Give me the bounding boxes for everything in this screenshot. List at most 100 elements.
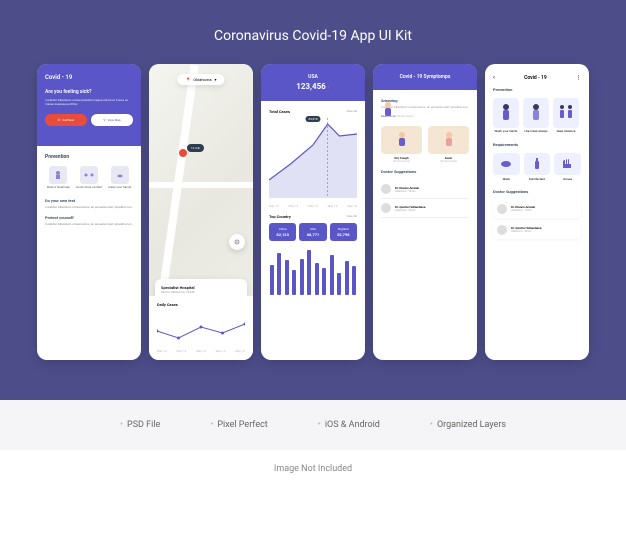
prevention-item[interactable]: Keep distance <box>553 98 579 134</box>
doctor-row[interactable]: Dr. Quiche Hollandaise Oklahoma • 20min <box>493 221 581 239</box>
call-now-label: Call Now <box>62 118 74 122</box>
features-row: PSD File Pixel Perfect iOS & Android Org… <box>0 400 626 450</box>
country-bar-chart <box>269 245 357 295</box>
tip-desc: Curabitur bibendum ornare lectus, an pos… <box>45 205 133 209</box>
tip-desc: Curabitur bibendum ornare lectus, an pos… <box>45 222 133 226</box>
s4-header: Covid - 19 Symptomps <box>373 64 477 90</box>
requirement-item[interactable]: Gloves <box>554 153 581 181</box>
tip-title: Protect yourself <box>45 215 133 220</box>
s1-header: Covid - 19 Are you feeling sick? Curabit… <box>37 64 141 146</box>
country-card[interactable]: China 82,123 <box>269 223 296 241</box>
prevention-label: Wear a facemask <box>45 186 72 190</box>
doctor-suggestions-title: Doctor Suggestions <box>493 189 581 194</box>
axis-label: May 12 <box>269 204 279 208</box>
map-pin-icon: 📍 <box>185 77 190 82</box>
stats-country: USA <box>269 74 357 80</box>
prevention-item[interactable]: Wear a facemask <box>45 166 72 190</box>
feature-item: Pixel Perfect <box>210 420 267 430</box>
country-card[interactable]: England 52,798 <box>330 223 357 241</box>
keep-distance-illustration <box>553 98 579 128</box>
view-all-link[interactable]: View All <box>346 214 357 219</box>
view-map-button[interactable]: ⚲ View Map <box>91 114 133 126</box>
s5-header: ‹ Covid - 19 ⋮ <box>485 64 589 87</box>
screen-symptoms: Covid - 19 Symptomps Sneezing Curabitur … <box>373 64 477 360</box>
locate-me-button[interactable] <box>229 234 245 250</box>
map-marker-icon[interactable] <box>179 149 187 157</box>
total-cases-header: Total Cases View All <box>269 109 357 114</box>
doctor-row[interactable]: Dr. Quiche Hollandaise Oklahoma • 20min <box>381 199 469 218</box>
axis-label: May 14 <box>308 204 318 208</box>
axis-label: May 12 <box>157 349 167 353</box>
prevention-label: Keep distance <box>553 130 579 134</box>
axis-label: May 16 <box>347 204 357 208</box>
back-button[interactable]: ‹ <box>493 74 495 81</box>
country-value: 52,798 <box>334 232 353 237</box>
s1-question: Are you feeling sick? <box>45 89 133 95</box>
map-road <box>149 182 253 188</box>
dry-cough-illustration <box>381 126 422 154</box>
top-country-section: Top Country View All China 82,123 USA 68… <box>269 214 357 295</box>
tip-title: Do your own test <box>45 198 133 203</box>
total-cases-title: Total Cases <box>269 109 290 114</box>
requirement-item[interactable]: Mask <box>493 153 520 181</box>
prevention-item[interactable]: Wash your hands <box>493 98 519 134</box>
screen-map: 📍 Oklahoma ▾ 12 min Specialist Hospital … <box>149 64 253 360</box>
doctor-row[interactable]: Dr. Dianne Ameter Oklahoma • 15min <box>493 200 581 218</box>
prevention-item[interactable]: Avoid close contact <box>76 166 103 190</box>
avatar <box>381 184 391 194</box>
view-all-link[interactable]: View All <box>346 109 357 114</box>
axis-label: May 14 <box>196 349 206 353</box>
discussion-count: (52 discussion) <box>381 160 422 163</box>
facemask-icon <box>49 166 67 184</box>
sneezing-illustration <box>381 100 469 120</box>
bar <box>337 273 341 296</box>
count-value: 123,456 <box>296 82 326 91</box>
s5-title: Covid - 19 <box>524 75 547 81</box>
top-country-title: Top Country <box>269 214 291 219</box>
distance-icon <box>80 166 98 184</box>
wash-hands-illustration <box>493 98 519 128</box>
location-pill[interactable]: 📍 Oklahoma ▾ <box>177 74 224 85</box>
top-country-header: Top Country View All <box>269 214 357 219</box>
page-title: Coronavirus Covid-19 App UI Kit <box>214 28 412 44</box>
symptom-card[interactable]: Fever (38 discussion) <box>428 126 469 163</box>
disinfectant-icon <box>524 153 551 175</box>
requirement-item[interactable]: Disinfectant <box>524 153 551 181</box>
bar <box>322 268 326 296</box>
requirement-label: Mask <box>493 177 520 181</box>
country-value: 82,123 <box>273 232 292 237</box>
doctor-sub: Oklahoma • 15min <box>511 209 535 212</box>
doctor-row[interactable]: Dr. Dianne Ameter Oklahoma • 15min <box>381 180 469 199</box>
call-now-button[interactable]: ✆ Call Now <box>45 114 87 126</box>
stats-count: 123,456 ↑ <box>269 82 357 91</box>
prevention-title: Prevention <box>45 154 133 160</box>
gloves-icon <box>554 153 581 175</box>
prevention-item[interactable]: Use mask always <box>523 98 549 134</box>
hero-section: Coronavirus Covid-19 App UI Kit Covid - … <box>0 0 626 400</box>
requirement-label: Disinfectant <box>524 177 551 181</box>
prevention-row: Wash your hands Use mask always Keep dis… <box>493 98 581 134</box>
s3-body: Total Cases View All 84,518 May 12 May 1… <box>261 101 365 360</box>
screen-stats: USA 123,456 ↑ Total Cases View All 84,51… <box>261 64 365 360</box>
doctor-name: Dr. Dianne Ameter <box>395 186 419 190</box>
bar <box>307 250 311 295</box>
axis-label: May 15 <box>328 204 338 208</box>
feature-item: PSD File <box>120 420 160 430</box>
doctor-sub: Oklahoma • 15min <box>395 190 419 193</box>
country-card[interactable]: USA 68,771 <box>299 223 326 241</box>
bar <box>345 261 349 295</box>
prevention-label: Use mask always <box>523 130 549 134</box>
view-map-label: View Map <box>108 118 121 122</box>
prevention-title: Prevention <box>493 87 581 92</box>
country-name: China <box>273 227 292 231</box>
phone-icon: ✆ <box>58 118 61 122</box>
symptom-card[interactable]: Dry Cough (52 discussion) <box>381 126 422 163</box>
location-label: Oklahoma <box>193 77 211 82</box>
s1-body: Prevention Wear a facemask Avoid close c… <box>37 146 141 360</box>
bar <box>352 266 356 295</box>
bar <box>285 260 289 295</box>
prevention-item[interactable]: Clean your hands <box>106 166 133 190</box>
daily-cases-card: Daily Cases May 12 May 13 May 14 May 15 … <box>149 296 253 360</box>
mask-icon <box>493 153 520 175</box>
more-icon[interactable]: ⋮ <box>576 75 581 81</box>
